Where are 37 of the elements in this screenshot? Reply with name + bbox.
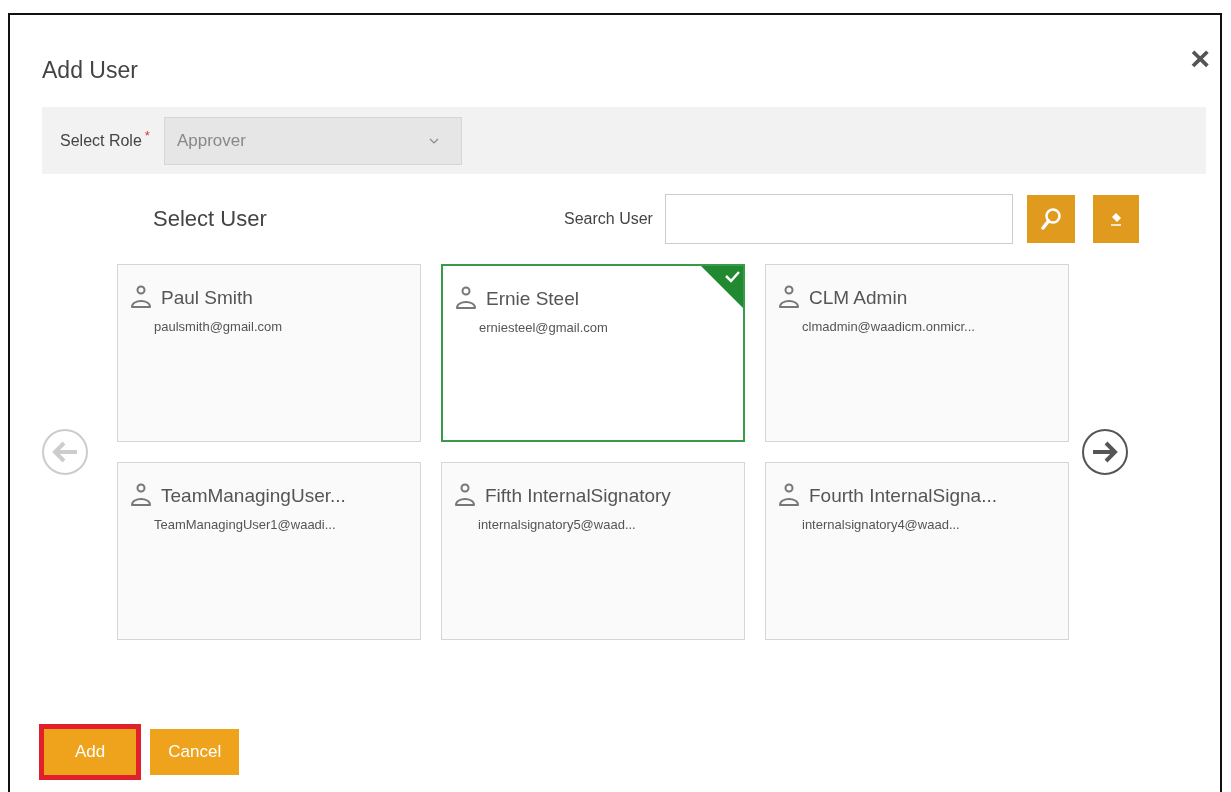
dialog-title: Add User (42, 57, 138, 83)
chevron-icon (428, 137, 439, 144)
user-icon (130, 483, 152, 507)
role-label: Select Role (60, 131, 142, 150)
search-label: Search User (564, 210, 653, 228)
check-corner-icon (701, 266, 743, 308)
user-name: CLM Admin (809, 287, 908, 309)
user-icon (455, 286, 477, 310)
user-name: Ernie Steel (486, 288, 579, 310)
user-card[interactable]: Paul Smith paulsmith@gmail.com (117, 264, 421, 442)
user-icon (454, 483, 476, 507)
user-email: TeamManagingUser1@waadi... (154, 517, 337, 532)
user-name: TeamManagingUser... (161, 485, 346, 507)
user-icon (778, 483, 800, 507)
user-icon (130, 285, 152, 309)
clear-button[interactable] (1092, 195, 1139, 243)
user-name: Paul Smith (161, 287, 253, 309)
search-icon (1039, 207, 1062, 231)
user-card[interactable]: TeamManagingUser... TeamManagingUser1@waadi... (117, 462, 421, 640)
user-icon (778, 285, 800, 309)
user-card[interactable]: CLM Admin clmadmin@waadicm.onmicr... (765, 264, 1069, 442)
user-email: internalsignatory5@waad... (478, 517, 637, 532)
user-email: clmadmin@waadicm.onmicr... (802, 319, 976, 334)
search-button[interactable] (1026, 195, 1075, 243)
next-button[interactable] (1079, 426, 1131, 478)
user-card[interactable]: Fifth InternalSignatory internalsignatory5@waad... (441, 462, 745, 640)
user-email: paulsmith@gmail.com (154, 319, 284, 334)
user-card[interactable]: Ernie Steel erniesteel@gmail.com (441, 264, 745, 442)
user-card[interactable]: Fourth InternalSigna... internalsignatory4@waad... (765, 462, 1069, 640)
user-email: internalsignatory4@waad... (802, 517, 961, 532)
user-email: erniesteel@gmail.com (479, 320, 609, 335)
required-mark: * (144, 128, 150, 143)
section-heading: Select User (153, 206, 268, 232)
search-field[interactable] (664, 194, 1013, 244)
user-name: Fourth InternalSigna... (809, 485, 997, 507)
close-button[interactable]: × (1190, 41, 1210, 75)
user-name: Fifth InternalSignatory (485, 485, 671, 507)
